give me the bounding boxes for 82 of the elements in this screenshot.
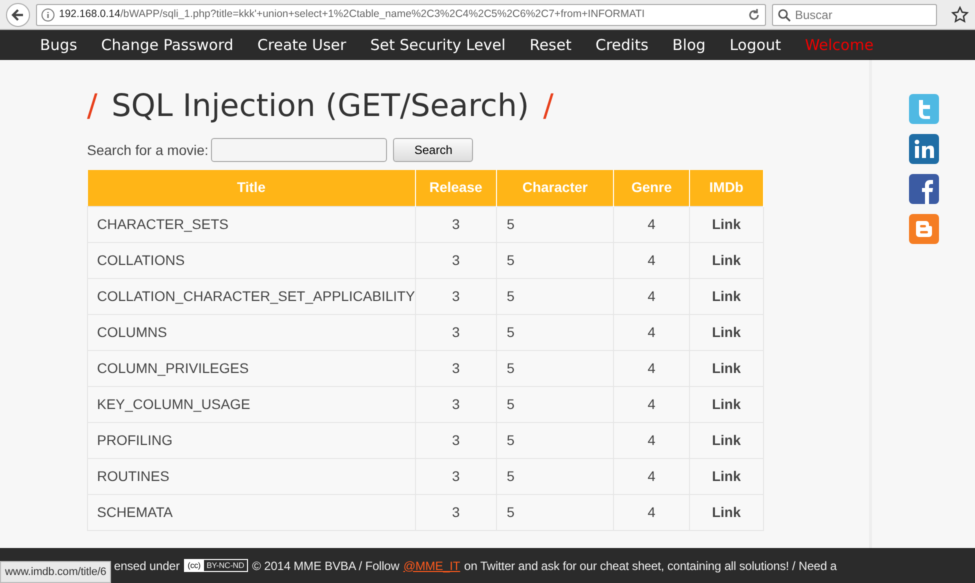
address-bar[interactable]: 192.168.0.14/bWAPP/sqli_1.php?title=kkk'+union+select+1%2Ctable_name%2C3%2C4%2C5%2C6%2C7+from+INFORMATI — [36, 4, 766, 26]
imdb-link[interactable]: Link — [689, 458, 764, 494]
table-cell: 3 — [415, 314, 496, 350]
table-cell: 5 — [496, 278, 614, 314]
table-cell: 3 — [415, 350, 496, 386]
reload-icon[interactable] — [747, 8, 761, 22]
menu-link[interactable]: Bugs — [40, 36, 78, 54]
imdb-link[interactable]: Link — [689, 242, 764, 278]
back-arrow-icon — [11, 8, 25, 22]
menu-link[interactable]: Logout — [730, 36, 781, 54]
table-cell: 4 — [614, 314, 690, 350]
facebook-icon[interactable] — [908, 174, 938, 204]
menu-link[interactable]: Set Security Level — [370, 36, 506, 54]
status-url: www.imdb.com/title/6 — [0, 560, 112, 583]
table-cell: 3 — [415, 242, 496, 278]
table-cell: 5 — [496, 350, 614, 386]
table-cell: 3 — [415, 458, 496, 494]
table-cell: 3 — [415, 422, 496, 458]
table-cell: 3 — [415, 386, 496, 422]
table-cell: 3 — [415, 278, 496, 314]
table-cell: 5 — [496, 422, 614, 458]
title-slash: / — [87, 86, 98, 126]
footer-text: © 2014 MME BVBA / Follow — [252, 558, 400, 574]
table-cell: 5 — [496, 314, 614, 350]
menu-link[interactable]: Change Password — [101, 36, 234, 54]
imdb-link[interactable]: Link — [689, 386, 764, 422]
linkedin-icon[interactable] — [908, 134, 938, 164]
table-cell: COLUMNS — [88, 314, 416, 350]
imdb-link[interactable]: Link — [689, 278, 764, 314]
table-cell: 4 — [614, 206, 690, 242]
url-text: 192.168.0.14/bWAPP/sqli_1.php?title=kkk'+union+select+1%2Ctable_name%2C3%2C4%2C5%2C6%2C7+from+INFORMATI — [59, 6, 646, 22]
info-icon — [41, 8, 55, 22]
page-title: SQL Injection (GET/Search) — [111, 86, 530, 126]
table-cell: 3 — [415, 494, 496, 530]
table-cell: 5 — [496, 206, 614, 242]
title-slash: / — [543, 86, 554, 126]
menu-link[interactable]: Blog — [672, 36, 706, 54]
table-cell: COLLATIONS — [88, 242, 416, 278]
footer-text: on Twitter and ask for our cheat sheet, containing all solutions! / Need a — [464, 558, 837, 574]
table-cell: 4 — [614, 458, 690, 494]
imdb-link[interactable]: Link — [689, 350, 764, 386]
table-cell: CHARACTER_SETS — [88, 206, 416, 242]
license-badge[interactable]: (cc) BY-NC-ND — [184, 559, 248, 572]
column-header: Title — [88, 170, 416, 206]
movie-search-field[interactable] — [211, 138, 388, 162]
menu-link[interactable]: Credits — [595, 36, 648, 54]
table-cell: COLLATION_CHARACTER_SET_APPLICABILITY — [88, 278, 416, 314]
table-cell: 4 — [614, 386, 690, 422]
back-button[interactable] — [6, 2, 30, 26]
license-text: ensed under — [114, 558, 180, 574]
table-cell: 5 — [496, 494, 614, 530]
table-cell: 4 — [614, 278, 690, 314]
imdb-link[interactable]: Link — [689, 494, 764, 530]
table-cell: 3 — [415, 206, 496, 242]
table-cell: 4 — [614, 422, 690, 458]
search-field[interactable]: Buscar — [772, 4, 937, 26]
twitter-link[interactable]: @MME_IT — [403, 556, 460, 574]
menu-link[interactable]: Create User — [257, 36, 346, 54]
search-button[interactable]: Search — [393, 138, 474, 162]
table-cell: 5 — [496, 458, 614, 494]
table-cell: 5 — [496, 242, 614, 278]
table-cell: 4 — [614, 242, 690, 278]
blogger-icon[interactable] — [908, 214, 938, 244]
table-cell: SCHEMATA — [88, 494, 416, 530]
bookmark-star-icon[interactable] — [951, 6, 969, 24]
welcome-text: Welcome — [804, 36, 874, 54]
column-header: Character — [496, 170, 614, 206]
table-cell: COLUMN_PRIVILEGES — [88, 350, 416, 386]
column-header: Release — [415, 170, 496, 206]
table-cell: PROFILING — [88, 422, 416, 458]
table-cell: 4 — [614, 350, 690, 386]
search-label: Search for a movie: — [87, 140, 208, 160]
column-header: Genre — [614, 170, 690, 206]
imdb-link[interactable]: Link — [689, 422, 764, 458]
menu-link[interactable]: Reset — [530, 36, 572, 54]
table-cell: ROUTINES — [88, 458, 416, 494]
column-header: IMDb — [689, 170, 764, 206]
table-cell: 5 — [496, 386, 614, 422]
table-cell: 4 — [614, 494, 690, 530]
table-cell: KEY_COLUMN_USAGE — [88, 386, 416, 422]
imdb-link[interactable]: Link — [689, 206, 764, 242]
imdb-link[interactable]: Link — [689, 314, 764, 350]
